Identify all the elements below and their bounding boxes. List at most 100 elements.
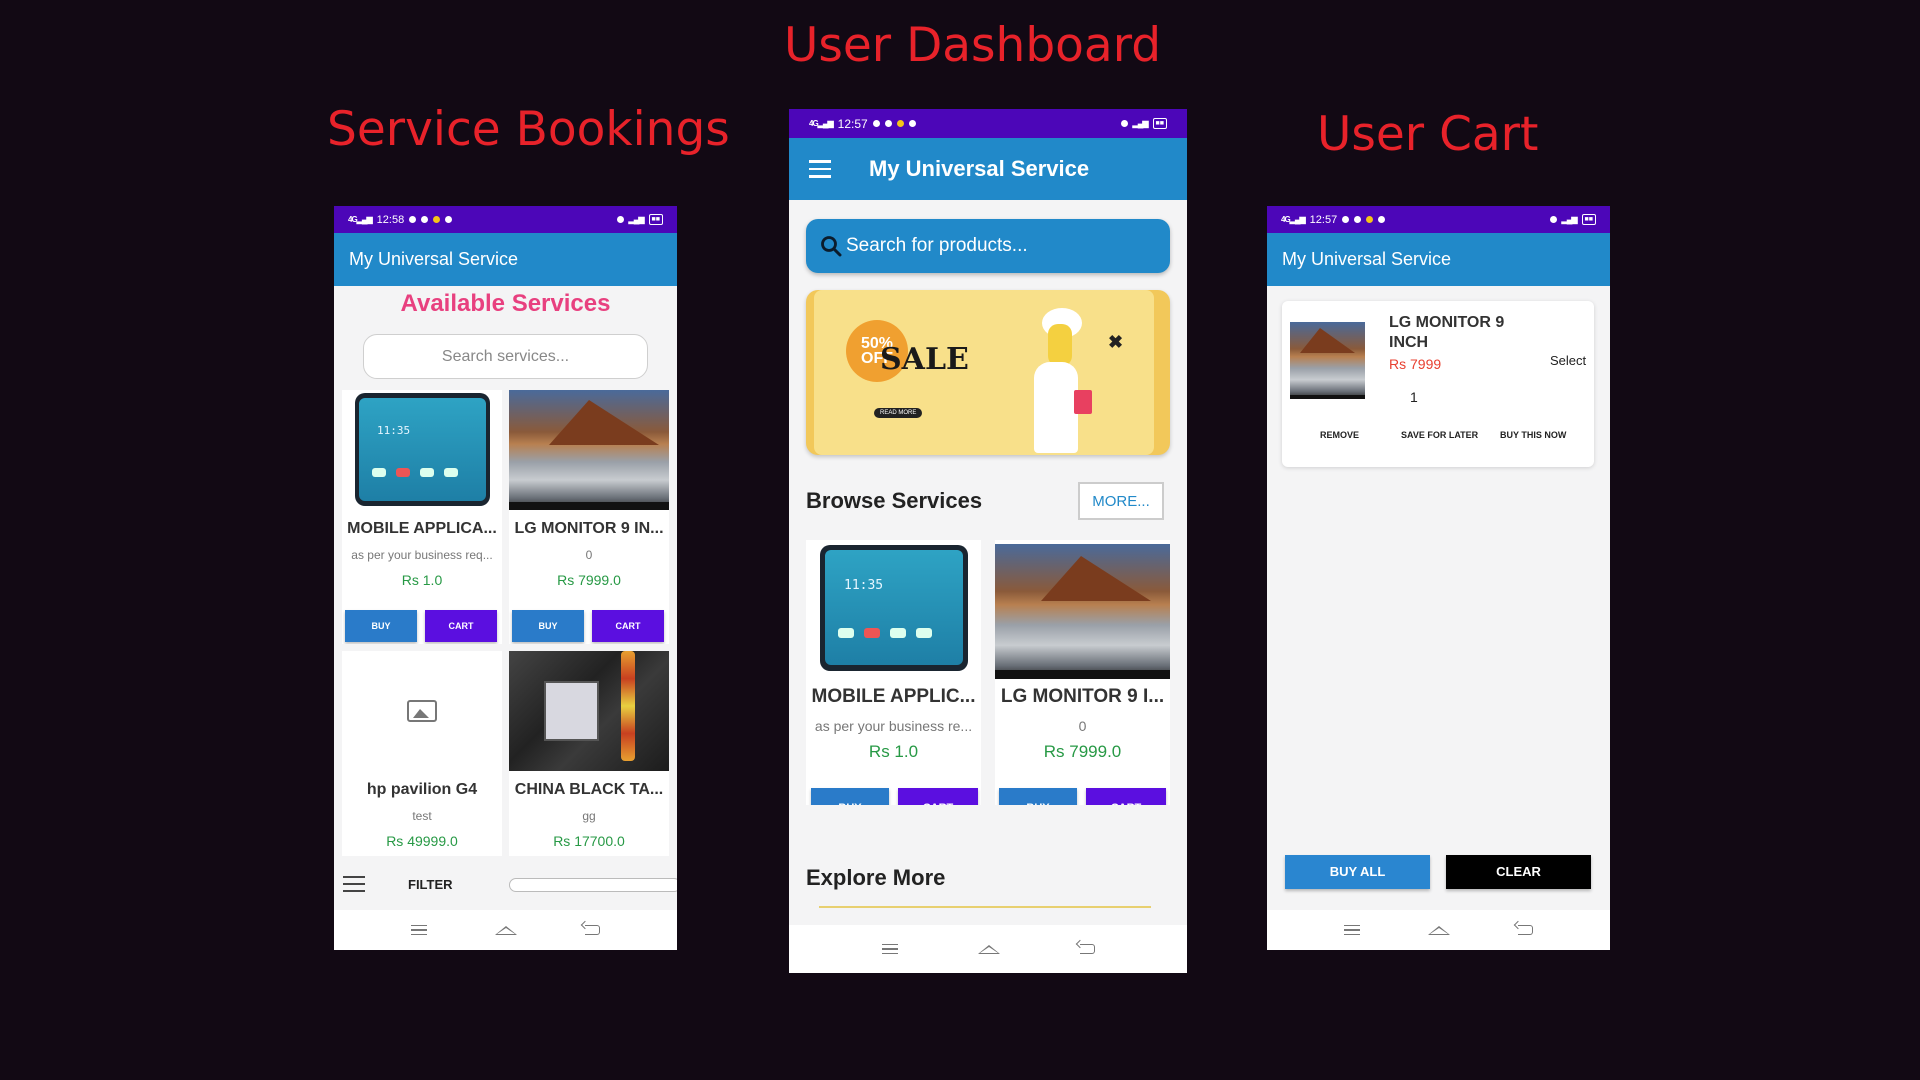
battery-icon: ■■ <box>648 214 663 225</box>
home-icon[interactable] <box>977 944 1000 954</box>
app-bar: My Universal Service <box>334 233 677 286</box>
dashboard-phone: 4G▂▄▆ 12:57 ▂▄▆ ■■ My Universal Service … <box>789 109 1187 973</box>
image-placeholder-icon <box>342 651 502 771</box>
navigation-bar <box>334 910 677 950</box>
volte-icon: ▂▄▆ <box>1561 215 1578 224</box>
save-for-later-button[interactable]: SAVE FOR LATER <box>1401 430 1478 440</box>
navigation-bar <box>1267 910 1610 950</box>
card-description: 0 <box>585 548 593 562</box>
volte-icon: ▂▄▆ <box>1132 119 1149 128</box>
home-icon[interactable] <box>495 925 517 935</box>
card-description: as per your business re... <box>814 718 973 734</box>
search-input[interactable]: Search services... <box>363 334 648 379</box>
card-price: Rs 1.0 <box>401 572 443 588</box>
cart-button[interactable]: CART <box>425 610 497 642</box>
gps-icon <box>616 216 624 223</box>
location-icon <box>908 120 916 127</box>
cart-button[interactable]: CART <box>1086 788 1166 805</box>
service-card[interactable]: hp pavilion G4 test Rs 49999.0 <box>342 651 502 856</box>
router-image <box>509 651 669 771</box>
menu-icon[interactable] <box>411 924 427 936</box>
buy-all-button[interactable]: BUY ALL <box>1285 855 1430 889</box>
service-card[interactable]: 11:35 MOBILE APPLICA... as per your busi… <box>342 390 502 644</box>
back-icon[interactable] <box>1518 925 1533 935</box>
buy-button[interactable]: BUY <box>999 788 1077 805</box>
card-title: hp pavilion G4 <box>366 781 478 798</box>
status-time: 12:57 <box>1309 213 1338 226</box>
home-icon[interactable] <box>1428 925 1450 935</box>
notification-icon <box>409 216 417 223</box>
divider <box>819 906 1151 908</box>
cart-button[interactable]: CART <box>592 610 664 642</box>
volte-icon: ▂▄▆ <box>628 215 645 224</box>
monitor-image <box>509 390 669 510</box>
app-bar: My Universal Service <box>789 138 1187 200</box>
browse-title: Browse Services <box>806 488 983 513</box>
filter-button[interactable]: FILTER <box>408 877 453 892</box>
card-title: MOBILE APPLIC... <box>811 686 976 707</box>
gps-icon <box>1549 216 1557 223</box>
remove-button[interactable]: REMOVE <box>1320 430 1359 440</box>
instagram-icon <box>884 120 892 127</box>
buy-button[interactable]: BUY <box>512 610 584 642</box>
status-bar: 4G▂▄▆ 12:57 ▂▄▆ ■■ <box>1267 206 1610 233</box>
service-card[interactable]: LG MONITOR 9 IN... 0 Rs 7999.0 BUY CART <box>509 390 669 644</box>
battery-icon: ■■ <box>1581 214 1596 225</box>
phone-image: 11:35 <box>806 540 981 675</box>
read-more-button[interactable]: READ MORE <box>874 408 923 418</box>
card-title: LG MONITOR 9 I... <box>1000 686 1165 707</box>
search-placeholder: Search for products... <box>846 235 1028 256</box>
card-description: as per your business req... <box>351 548 493 562</box>
battery-icon: ■■ <box>1152 118 1167 129</box>
status-time: 12:57 <box>837 116 868 131</box>
card-description: test <box>412 809 432 823</box>
card-title: MOBILE APPLICA... <box>347 520 497 537</box>
cart-phone: 4G▂▄▆ 12:57 ▂▄▆ ■■ My Universal Service … <box>1267 206 1610 950</box>
app-bar: My Universal Service <box>1267 233 1610 286</box>
card-price: Rs 7999.0 <box>1043 742 1122 761</box>
quantity-value[interactable]: 1 <box>1410 389 1418 405</box>
clear-button[interactable]: CLEAR <box>1446 855 1591 889</box>
phone-image: 11:35 <box>342 390 502 510</box>
service-card[interactable]: 11:35 MOBILE APPLIC... as per your busin… <box>806 540 981 805</box>
model-figure <box>1024 308 1092 453</box>
dashboard-heading: User Dashboard <box>784 18 1162 73</box>
menu-icon[interactable] <box>1344 924 1360 936</box>
instagram-icon <box>1354 216 1362 223</box>
service-card[interactable]: CHINA BLACK TA... gg Rs 17700.0 <box>509 651 669 856</box>
search-input[interactable]: Search for products... <box>806 219 1170 273</box>
app-icon <box>433 216 441 223</box>
buy-button[interactable]: BUY <box>345 610 417 642</box>
more-button[interactable]: MORE... <box>1078 482 1164 520</box>
location-icon <box>445 216 453 223</box>
signal-icon: 4G▂▄▆ <box>1281 215 1306 224</box>
sale-text: SALE <box>880 342 969 377</box>
cart-button[interactable]: CART <box>898 788 978 805</box>
search-icon <box>821 236 842 257</box>
status-bar: 4G▂▄▆ 12:57 ▂▄▆ ■■ <box>789 109 1187 138</box>
buy-button[interactable]: BUY <box>811 788 889 805</box>
item-price: Rs 7999 <box>1389 356 1442 372</box>
search-placeholder: Search services... <box>441 347 570 365</box>
service-card[interactable]: LG MONITOR 9 I... 0 Rs 7999.0 BUY CART <box>995 540 1170 805</box>
signal-icon: 4G▂▄▆ <box>809 119 834 128</box>
sale-banner[interactable]: 50% OFF SALE READ MORE ✖ <box>806 290 1170 455</box>
hamburger-menu-icon[interactable] <box>809 160 831 178</box>
back-icon[interactable] <box>585 925 600 935</box>
card-price: Rs 49999.0 <box>386 833 458 849</box>
buy-this-now-button[interactable]: BUY THIS NOW <box>1500 430 1566 440</box>
card-title: LG MONITOR 9 IN... <box>514 520 664 537</box>
gps-icon <box>1120 120 1128 127</box>
app-title: My Universal Service <box>1282 249 1452 269</box>
app-title: My Universal Service <box>869 156 1090 181</box>
filter-input[interactable] <box>509 878 677 892</box>
back-icon[interactable] <box>1079 944 1095 954</box>
signal-icon: 4G▂▄▆ <box>348 215 373 224</box>
filter-icon[interactable] <box>343 876 365 892</box>
app-icon <box>896 120 904 127</box>
status-time: 12:58 <box>376 213 405 226</box>
navigation-bar <box>789 925 1187 973</box>
menu-icon[interactable] <box>881 943 898 955</box>
item-name: LG MONITOR 9 INCH <box>1389 314 1505 351</box>
select-dropdown[interactable]: Select <box>1550 353 1586 368</box>
